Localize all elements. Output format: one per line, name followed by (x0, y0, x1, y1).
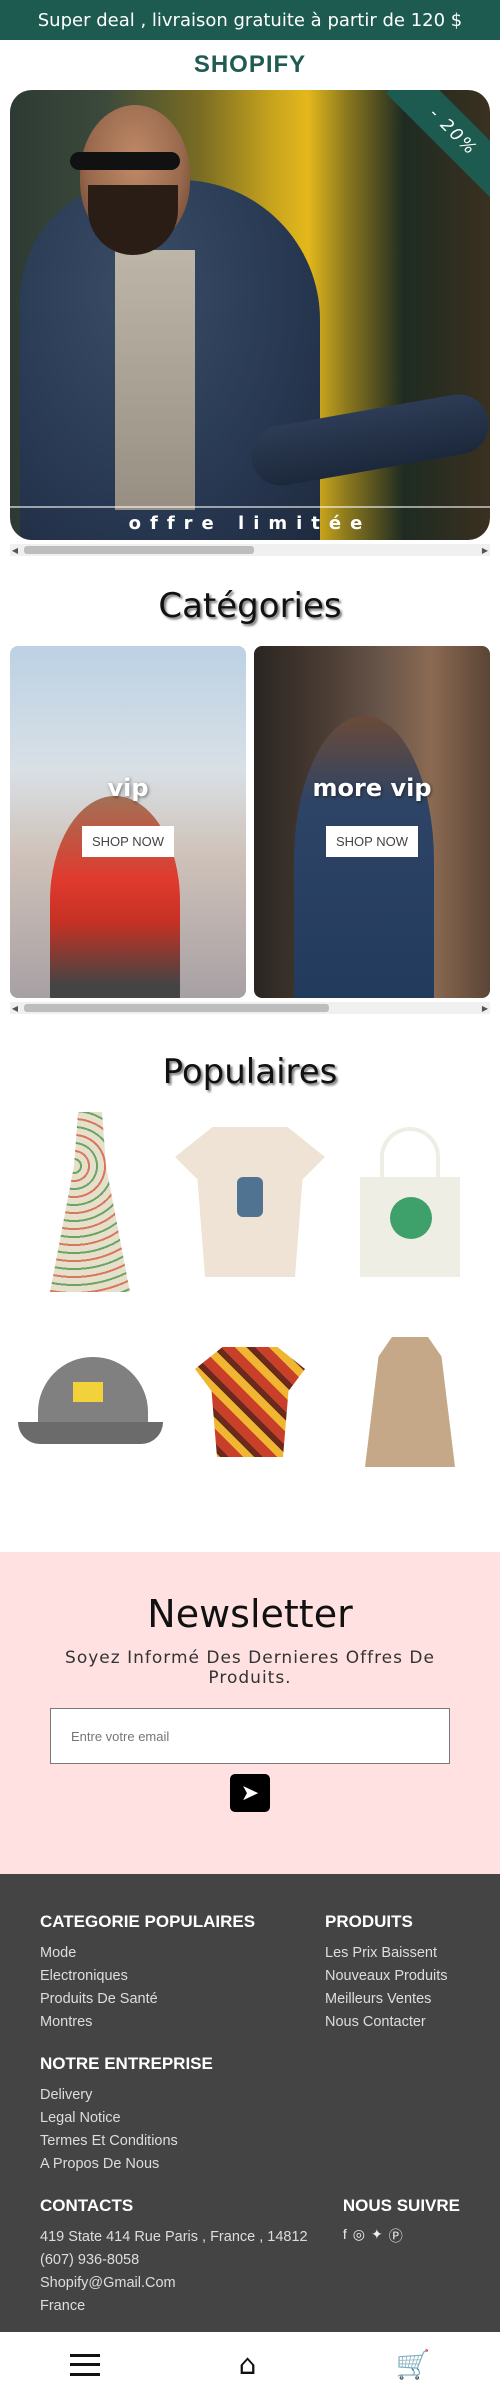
send-icon[interactable]: ➤ (230, 1774, 270, 1812)
footer-heading: PRODUITS (325, 1912, 413, 1931)
dress-image (50, 1112, 130, 1292)
cart-icon[interactable]: 🛒 (396, 2348, 431, 2381)
footer-categories: CATEGORIE POPULAIRES Mode Electroniques … (40, 1912, 255, 2034)
newsletter-subtitle: Soyez Informé Des Dernieres Offres De Pr… (65, 1648, 435, 1688)
footer-link[interactable]: Les Prix Baissent (325, 1942, 460, 1965)
hero-divider (10, 506, 490, 508)
category-card-vip[interactable]: vip SHOP NOW (10, 646, 246, 998)
scroll-right-icon[interactable]: ▶ (480, 544, 490, 556)
contact-country: France (40, 2298, 86, 2314)
footer-heading: CONTACTS (40, 2196, 134, 2215)
hero-banner[interactable]: - 20% offre limitée (10, 90, 490, 540)
home-icon[interactable]: ⌂ (239, 2348, 257, 2381)
footer-contacts: CONTACTS 419 State 414 Rue Paris , Franc… (40, 2196, 308, 2318)
footer-link[interactable]: Legal Notice (40, 2107, 460, 2130)
product-cap[interactable] (10, 1302, 170, 1502)
footer-link[interactable]: Meilleurs Ventes (325, 1988, 460, 2011)
product-dress[interactable] (10, 1102, 170, 1302)
product-tote-bag[interactable] (330, 1102, 490, 1302)
tshirt-image (175, 1127, 325, 1277)
category-scrollbar[interactable]: ◀ ▶ (10, 1002, 490, 1014)
hero-scrollbar[interactable]: ◀ ▶ (10, 544, 490, 556)
scroll-left-icon[interactable]: ◀ (10, 544, 20, 556)
product-hawaiian-shirt[interactable] (170, 1302, 330, 1502)
popular-title: Populaires (162, 1052, 338, 1092)
promo-text: Super deal , livraison gratuite à partir… (37, 9, 463, 31)
menu-icon[interactable] (69, 2353, 100, 2376)
category-card-more-vip[interactable]: more vip SHOP NOW (254, 646, 490, 998)
footer-heading: CATEGORIE POPULAIRES (40, 1912, 256, 1931)
scroll-left-icon[interactable]: ◀ (10, 1002, 20, 1014)
footer-company: NOTRE ENTREPRISE Delivery Legal Notice T… (40, 2054, 460, 2176)
popular-products-grid (10, 1102, 490, 1502)
site-footer: CATEGORIE POPULAIRES Mode Electroniques … (0, 1874, 500, 2359)
scroll-right-icon[interactable]: ▶ (480, 1002, 490, 1014)
product-t-shirt[interactable] (170, 1102, 330, 1302)
promo-bar: Super deal , livraison gratuite à partir… (0, 0, 500, 40)
product-trench-coat[interactable] (330, 1302, 490, 1502)
category-label: more vip (312, 774, 432, 802)
facebook-icon[interactable]: f (343, 2226, 347, 2246)
hawaiian-shirt-image (195, 1347, 305, 1457)
footer-link[interactable]: Termes Et Conditions (40, 2130, 460, 2153)
footer-link[interactable]: Nous Contacter (325, 2011, 460, 2034)
hero-image-shirt (115, 250, 195, 510)
twitter-icon[interactable]: ✦ (371, 2226, 383, 2246)
footer-heading: NOUS SUIVRE (342, 2196, 460, 2215)
scrollbar-thumb[interactable] (24, 546, 254, 554)
cap-image (17, 1347, 163, 1457)
contact-address: 419 State 414 Rue Paris , France , 14812 (40, 2229, 308, 2245)
hero-image-glasses (70, 152, 180, 170)
brand-logo[interactable]: SHOPIFY (0, 40, 500, 90)
category-image (294, 716, 434, 998)
hero-caption: offre limitée (128, 513, 372, 534)
discount-badge: - 20% (385, 90, 490, 200)
contact-email[interactable]: Shopify@Gmail.Com (40, 2272, 308, 2295)
pinterest-icon[interactable]: Ⓟ (389, 2226, 403, 2246)
trench-coat-image (365, 1337, 455, 1467)
category-label: vip (107, 774, 149, 802)
footer-link[interactable]: Delivery (40, 2084, 460, 2107)
footer-link[interactable]: A Propos De Nous (40, 2153, 460, 2176)
footer-link[interactable]: Nouveaux Produits (325, 1965, 460, 1988)
tote-bag-image (360, 1127, 460, 1277)
shop-now-button[interactable]: SHOP NOW (82, 826, 174, 857)
footer-heading: NOTRE ENTREPRISE (40, 2054, 213, 2073)
scrollbar-thumb[interactable] (24, 1004, 329, 1012)
email-input[interactable] (50, 1708, 450, 1764)
footer-follow: NOUS SUIVRE f ◎ ✦ Ⓟ (343, 2196, 460, 2318)
categories-title: Catégories (158, 586, 342, 626)
category-carousel: vip SHOP NOW more vip SHOP NOW (10, 646, 490, 998)
footer-link[interactable]: Montres (40, 2011, 255, 2034)
contact-phone[interactable]: (607) 936-8058 (40, 2249, 308, 2272)
footer-products: PRODUITS Les Prix Baissent Nouveaux Prod… (325, 1912, 460, 2034)
newsletter-title: Newsletter (147, 1592, 353, 1636)
bottom-navigation: ⌂ 🛒 (0, 2332, 500, 2397)
instagram-icon[interactable]: ◎ (353, 2226, 365, 2246)
shop-now-button[interactable]: SHOP NOW (326, 826, 418, 857)
footer-link[interactable]: Mode (40, 1942, 255, 1965)
newsletter-section: Newsletter Soyez Informé Des Dernieres O… (0, 1552, 500, 1874)
footer-link[interactable]: Electroniques (40, 1965, 255, 1988)
footer-link[interactable]: Produits De Santé (40, 1988, 255, 2011)
